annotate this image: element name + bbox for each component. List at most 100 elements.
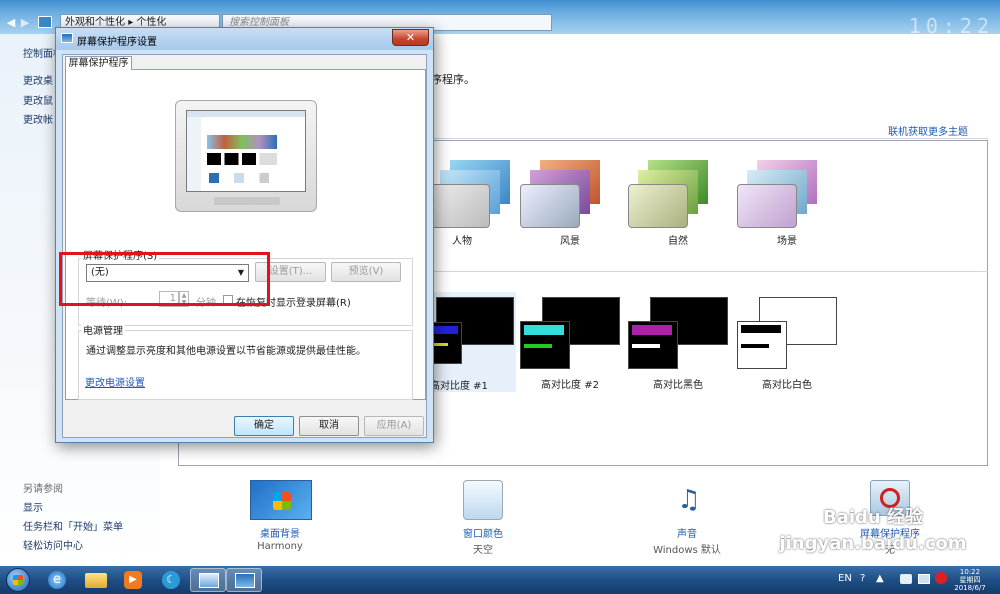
watermark: Baidu 经验 jingyan.baidu.com bbox=[779, 507, 967, 554]
theme-label: 风景 bbox=[560, 236, 580, 247]
divider bbox=[430, 138, 988, 139]
media-player-taskbar-button[interactable]: ▶ bbox=[116, 568, 152, 592]
explorer-taskbar-button[interactable] bbox=[78, 568, 114, 592]
screen-saver-taskbar-button[interactable] bbox=[226, 568, 262, 592]
control-panel-taskbar-button[interactable] bbox=[190, 568, 226, 592]
preview-sidebar bbox=[187, 117, 201, 191]
see-also-ease-of-access-link[interactable]: 轻松访问中心 bbox=[23, 537, 83, 552]
theme-label: 场景 bbox=[777, 236, 797, 247]
theme-accent bbox=[524, 344, 552, 348]
desktop-background-icon bbox=[250, 480, 312, 520]
music-notes-icon: ♫ bbox=[677, 485, 701, 515]
theme-preview bbox=[737, 184, 797, 228]
tab-screen-saver[interactable]: 屏幕保护程序 bbox=[65, 56, 132, 70]
theme-tile-landscapes[interactable]: 风景 bbox=[520, 160, 610, 247]
apply-button[interactable]: 应用(A) bbox=[364, 416, 424, 436]
theme-tile-high-contrast-2[interactable]: 高对比度 #2 bbox=[520, 297, 620, 392]
media-player-icon: ▶ bbox=[124, 571, 142, 589]
dialog-title: 屏幕保护程序设置 bbox=[77, 37, 157, 48]
intro-text: 序程序。 bbox=[431, 73, 475, 86]
theme-preview bbox=[520, 321, 570, 369]
theme-tile-high-contrast-black[interactable]: 高对比黑色 bbox=[628, 297, 728, 392]
preview-themes bbox=[207, 135, 277, 149]
theme-tile-nature[interactable]: 自然 bbox=[628, 160, 718, 247]
theme-label: 高对比黑色 bbox=[653, 380, 703, 391]
cancel-button[interactable]: 取消 bbox=[299, 416, 359, 436]
window-color-icon bbox=[463, 480, 503, 520]
language-indicator[interactable]: EN bbox=[838, 573, 852, 584]
back-arrow-icon[interactable]: ◀ bbox=[4, 14, 18, 31]
preview-bottom-bar bbox=[209, 173, 279, 183]
desktop-background-button[interactable]: 桌面背景 Harmony bbox=[220, 480, 340, 555]
internet-explorer-taskbar-button[interactable]: e bbox=[40, 568, 76, 592]
theme-label: 高对比白色 bbox=[762, 380, 812, 391]
control-panel-icon bbox=[199, 573, 219, 588]
forward-arrow-icon[interactable]: ▶ bbox=[18, 14, 32, 31]
see-also-display-link[interactable]: 显示 bbox=[23, 499, 43, 514]
theme-tile-high-contrast-1[interactable]: 高对比度 #1 bbox=[430, 292, 516, 392]
clock[interactable]: 10:22 星期四 2018/6/7 bbox=[952, 568, 988, 592]
theme-label: 高对比度 #1 bbox=[430, 381, 488, 392]
monitor-icon bbox=[61, 33, 73, 43]
left-link[interactable]: 更改帐 bbox=[23, 111, 53, 126]
preview-titlebar bbox=[187, 111, 305, 117]
bottom-sub: Harmony bbox=[257, 541, 303, 552]
preview-button[interactable]: 预览(V) bbox=[331, 262, 401, 282]
bottom-sub: Windows 默认 bbox=[653, 545, 721, 556]
bottom-label: 桌面背景 bbox=[260, 529, 300, 540]
theme-accent bbox=[434, 326, 458, 334]
see-also-heading: 另请参阅 bbox=[23, 484, 63, 495]
security-alert-icon[interactable] bbox=[935, 572, 947, 584]
dialog-titlebar[interactable]: 屏幕保护程序设置 ✕ bbox=[56, 28, 433, 50]
monitor-screen bbox=[186, 110, 306, 192]
left-link[interactable]: 更改桌 bbox=[23, 72, 53, 87]
close-button[interactable]: ✕ bbox=[392, 29, 429, 46]
theme-tile-people[interactable]: 人物 bbox=[430, 160, 520, 247]
chat-icon: ☾ bbox=[162, 571, 180, 589]
theme-label: 人物 bbox=[452, 236, 472, 247]
show-hidden-icons-arrow-icon[interactable]: ▲ bbox=[876, 573, 884, 584]
network-icon[interactable] bbox=[918, 574, 930, 584]
theme-accent bbox=[434, 343, 448, 346]
left-link[interactable]: 更改鼠 bbox=[23, 92, 53, 107]
windows-logo-icon bbox=[273, 492, 291, 510]
power-description: 通过调整显示亮度和其他电源设置以节省能源或提供最佳性能。 bbox=[86, 346, 366, 357]
chat-taskbar-button[interactable]: ☾ bbox=[154, 568, 190, 592]
clock-date: 2018/6/7 bbox=[954, 584, 986, 592]
control-panel-icon bbox=[38, 16, 52, 28]
change-power-settings-link[interactable]: 更改电源设置 bbox=[85, 374, 145, 389]
theme-tile-high-contrast-white[interactable]: 高对比白色 bbox=[737, 297, 837, 392]
theme-preview bbox=[520, 184, 580, 228]
internet-explorer-icon: e bbox=[48, 571, 66, 589]
folder-icon bbox=[85, 573, 107, 588]
windows-logo-icon bbox=[13, 575, 23, 585]
theme-preview bbox=[737, 321, 787, 369]
highlight-box bbox=[59, 252, 270, 306]
bottom-sub: 天空 bbox=[473, 545, 493, 556]
window-color-button[interactable]: 窗口颜色 天空 bbox=[423, 480, 543, 556]
theme-tile-scenes[interactable]: 场景 bbox=[737, 160, 827, 247]
theme-preview bbox=[430, 184, 490, 228]
ok-button[interactable]: 确定 bbox=[234, 416, 294, 436]
theme-label: 自然 bbox=[668, 236, 688, 247]
bottom-label: 窗口颜色 bbox=[463, 529, 503, 540]
help-icon[interactable]: ? bbox=[860, 573, 865, 584]
theme-accent bbox=[632, 325, 672, 335]
get-more-themes-link[interactable]: 联机获取更多主题 bbox=[888, 123, 968, 138]
monitor-stand bbox=[214, 197, 280, 205]
power-management-group bbox=[78, 330, 413, 400]
clock-time: 10:22 bbox=[959, 568, 981, 576]
theme-preview bbox=[430, 322, 462, 364]
screen-saver-preview-monitor bbox=[175, 100, 317, 212]
start-button[interactable] bbox=[6, 568, 30, 592]
theme-accent bbox=[524, 325, 564, 335]
sounds-button[interactable]: ♫ 声音 Windows 默认 bbox=[627, 480, 747, 556]
bottom-label: 声音 bbox=[677, 529, 697, 540]
theme-accent bbox=[741, 325, 781, 333]
see-also-taskbar-link[interactable]: 任务栏和「开始」菜单 bbox=[23, 518, 123, 533]
clock-day: 星期四 bbox=[959, 576, 981, 584]
theme-accent bbox=[741, 344, 769, 348]
action-center-flag-icon[interactable] bbox=[900, 574, 912, 584]
theme-accent bbox=[632, 344, 660, 348]
preview-contrast-themes bbox=[207, 153, 277, 165]
